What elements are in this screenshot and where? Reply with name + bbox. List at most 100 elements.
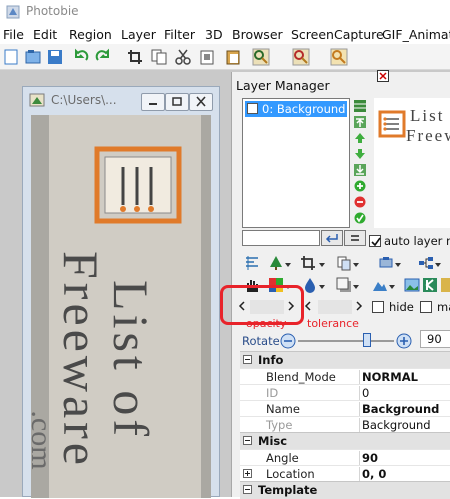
undo-layer-button[interactable] <box>321 230 343 246</box>
crop-icon[interactable] <box>126 48 144 66</box>
dropdown-arrow-icon[interactable] <box>434 261 442 269</box>
layer-item[interactable]: 0: Background <box>245 101 347 117</box>
app-logo-icon <box>6 5 20 19</box>
image-canvas[interactable]: List of Freeware .com <box>31 115 211 498</box>
property-row[interactable]: Location 0, 0 <box>240 465 450 482</box>
cut-icon[interactable] <box>174 48 192 66</box>
menu-filter[interactable]: Filter <box>164 27 195 42</box>
annotation-highlight <box>220 285 304 325</box>
menu-region[interactable]: Region <box>69 27 112 42</box>
menu-file[interactable]: File <box>3 27 24 42</box>
property-row[interactable]: Name Background <box>240 400 450 417</box>
open-icon[interactable] <box>24 48 42 66</box>
section-label: Info <box>258 353 284 367</box>
section-template[interactable]: Template <box>240 481 450 499</box>
rotate-value-input[interactable]: 90 <box>420 330 450 348</box>
menu-3d[interactable]: 3D <box>205 27 223 42</box>
tolerance-input[interactable] <box>318 300 352 314</box>
paste-special-icon[interactable] <box>198 48 216 66</box>
ma-checkbox[interactable] <box>420 301 432 313</box>
menu-screencapture[interactable]: ScreenCapture <box>291 27 384 42</box>
property-row[interactable]: Angle 90 <box>240 449 450 466</box>
drop-icon[interactable] <box>302 277 318 293</box>
dropdown-arrow-icon[interactable] <box>318 261 326 269</box>
expand-icon[interactable] <box>243 469 252 478</box>
shadow-icon[interactable] <box>336 277 352 293</box>
rotate-minus-icon[interactable] <box>280 333 296 349</box>
menu-gif-animation[interactable]: GIF_Animatio <box>382 27 450 42</box>
paste-icon[interactable] <box>224 48 242 66</box>
dropdown-arrow-icon[interactable] <box>388 283 396 291</box>
equal-button[interactable] <box>344 230 366 246</box>
redo-icon[interactable] <box>94 48 112 66</box>
mountain-icon[interactable] <box>372 277 388 293</box>
collapse-icon[interactable] <box>243 436 252 445</box>
property-row[interactable]: Blend_Mode NORMAL <box>240 368 450 385</box>
tolerance-decrease-icon[interactable] <box>304 301 312 311</box>
new-icon[interactable] <box>2 48 20 66</box>
property-value: Background <box>359 418 431 432</box>
zoom-out-icon[interactable] <box>292 48 310 66</box>
move-bottom-icon[interactable] <box>354 164 366 176</box>
collapse-icon[interactable] <box>243 355 252 364</box>
dropdown-arrow-icon[interactable] <box>284 261 292 269</box>
network-icon[interactable] <box>418 255 434 271</box>
rotate-slider-thumb[interactable] <box>363 333 371 347</box>
title-bar: Photobie <box>0 0 450 24</box>
zoom-icon[interactable] <box>330 48 348 66</box>
image-icon[interactable] <box>404 277 420 293</box>
tolerance-increase-icon[interactable] <box>355 301 363 311</box>
rotate-slider-track[interactable] <box>298 340 394 342</box>
document-title: C:\Users\... <box>51 93 117 107</box>
dropdown-arrow-icon[interactable] <box>394 261 402 269</box>
property-row[interactable]: ID 0 <box>240 384 450 401</box>
dropdown-arrow-icon[interactable] <box>352 261 360 269</box>
align-icon[interactable] <box>244 255 260 271</box>
equal-icon <box>351 235 359 241</box>
auto-layer-checkbox[interactable] <box>369 235 381 247</box>
section-misc[interactable]: Misc <box>240 432 450 450</box>
move-up-icon[interactable] <box>354 132 366 144</box>
tolerance-label: tolerance <box>307 317 359 330</box>
undo-icon[interactable] <box>72 48 90 66</box>
rotate-label: Rotate <box>242 334 280 348</box>
section-info[interactable]: Info <box>240 351 450 369</box>
minimize-button[interactable] <box>141 93 165 111</box>
maximize-button[interactable] <box>165 93 189 111</box>
toolbar <box>0 44 450 70</box>
add-layer-icon[interactable] <box>354 180 366 192</box>
dropdown-arrow-icon[interactable] <box>352 283 360 291</box>
duplicate-icon[interactable] <box>336 255 352 271</box>
menu-browser[interactable]: Browser <box>232 27 283 42</box>
properties-grid: Info Blend_Mode NORMAL ID 0 Name Background… <box>240 351 450 499</box>
filter-icon[interactable] <box>440 277 450 293</box>
section-label: Misc <box>258 434 288 448</box>
layer-grid-icon[interactable] <box>354 100 366 112</box>
move-down-icon[interactable] <box>354 148 366 160</box>
menu-layer[interactable]: Layer <box>121 27 156 42</box>
property-value: Background <box>359 402 439 416</box>
move-top-icon[interactable] <box>354 116 366 128</box>
tree-icon[interactable] <box>268 255 284 271</box>
rotate-plus-icon[interactable] <box>396 333 412 349</box>
layer-stack-icon[interactable] <box>378 255 394 271</box>
dropdown-arrow-icon[interactable] <box>318 283 326 291</box>
k-icon[interactable] <box>422 277 438 293</box>
crop-tool-icon[interactable] <box>300 255 316 271</box>
layer-visibility-checkbox[interactable] <box>247 103 258 114</box>
hide-checkbox[interactable] <box>372 301 384 313</box>
collapse-icon[interactable] <box>243 485 252 494</box>
property-row[interactable]: Type Background <box>240 416 450 433</box>
maximize-icon <box>172 97 182 106</box>
apply-icon[interactable] <box>354 212 366 224</box>
layer-name: 0: Background <box>262 102 346 116</box>
delete-layer-icon[interactable] <box>354 196 366 208</box>
save-icon[interactable] <box>46 48 64 66</box>
preview-notepad-icon <box>378 110 406 138</box>
panel-close-icon[interactable] <box>377 70 389 82</box>
layer-name-input[interactable] <box>242 230 320 246</box>
zoom-in-icon[interactable] <box>252 48 270 66</box>
close-button[interactable] <box>189 93 213 111</box>
menu-edit[interactable]: Edit <box>33 27 57 42</box>
copy-icon[interactable] <box>150 48 168 66</box>
